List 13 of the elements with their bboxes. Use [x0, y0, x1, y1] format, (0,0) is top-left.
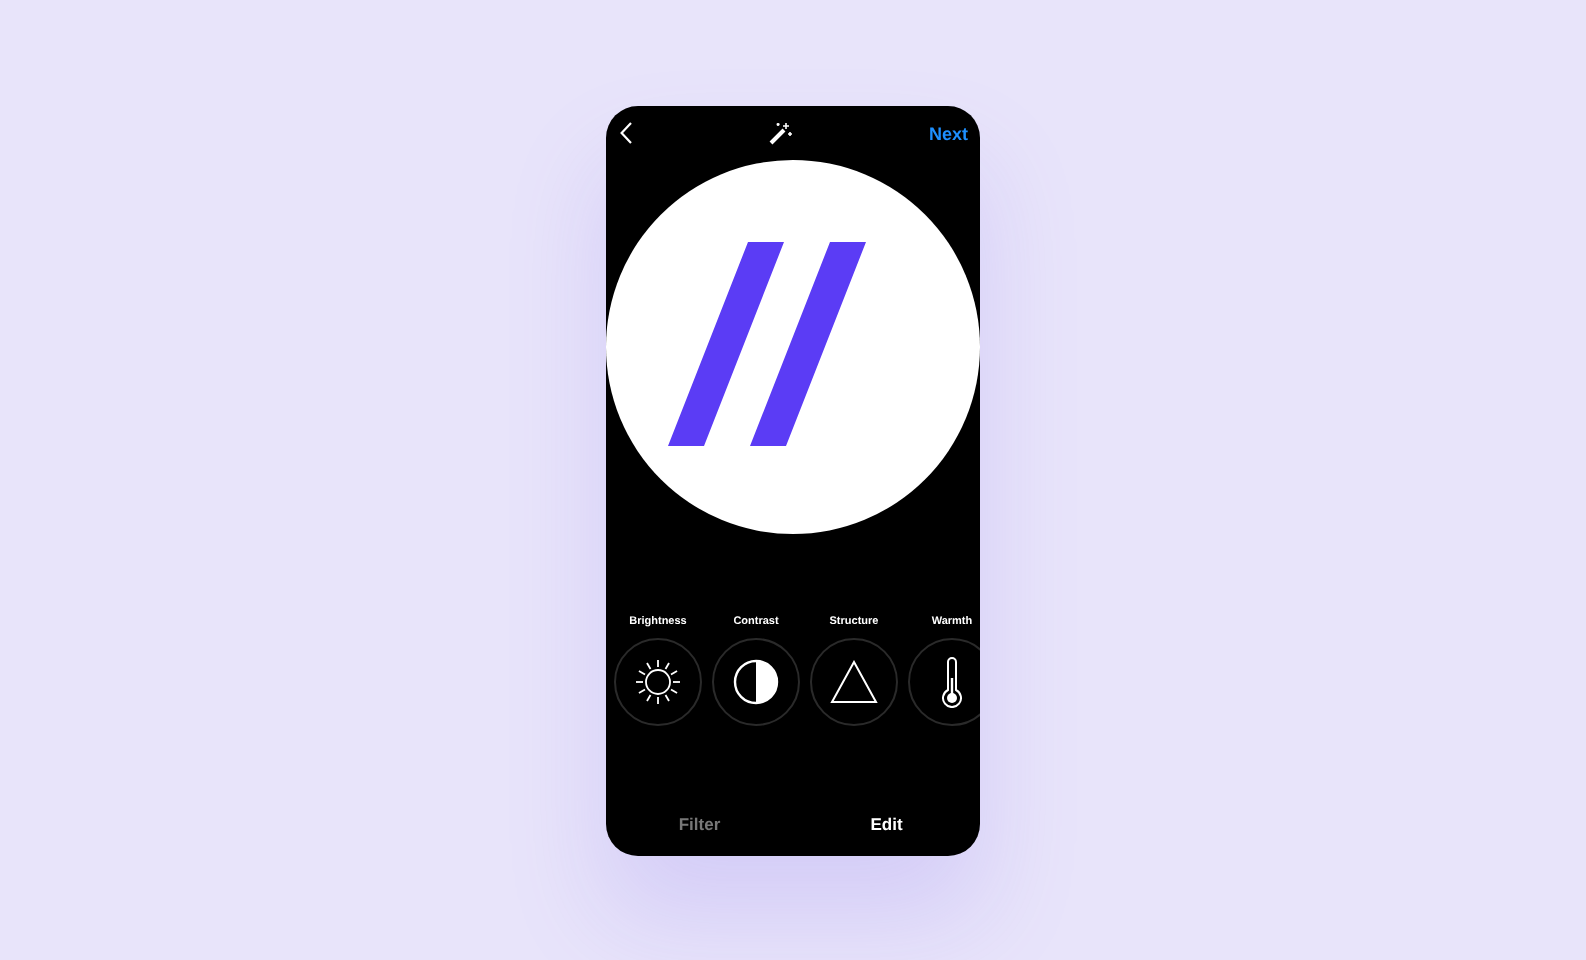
tool-button[interactable] [908, 638, 980, 726]
tool-button[interactable] [614, 638, 702, 726]
back-icon[interactable] [620, 122, 632, 144]
triangle-icon [830, 660, 878, 704]
sun-icon [634, 658, 682, 706]
tab[interactable]: Edit [793, 814, 980, 834]
tab[interactable]: Filter [606, 814, 793, 834]
tool-button[interactable] [712, 638, 800, 726]
tool-button[interactable] [810, 638, 898, 726]
magic-wand-icon[interactable] [768, 121, 793, 145]
contrast-icon [732, 658, 780, 706]
thermometer-icon [940, 656, 964, 708]
next-button[interactable]: Next [928, 123, 968, 143]
